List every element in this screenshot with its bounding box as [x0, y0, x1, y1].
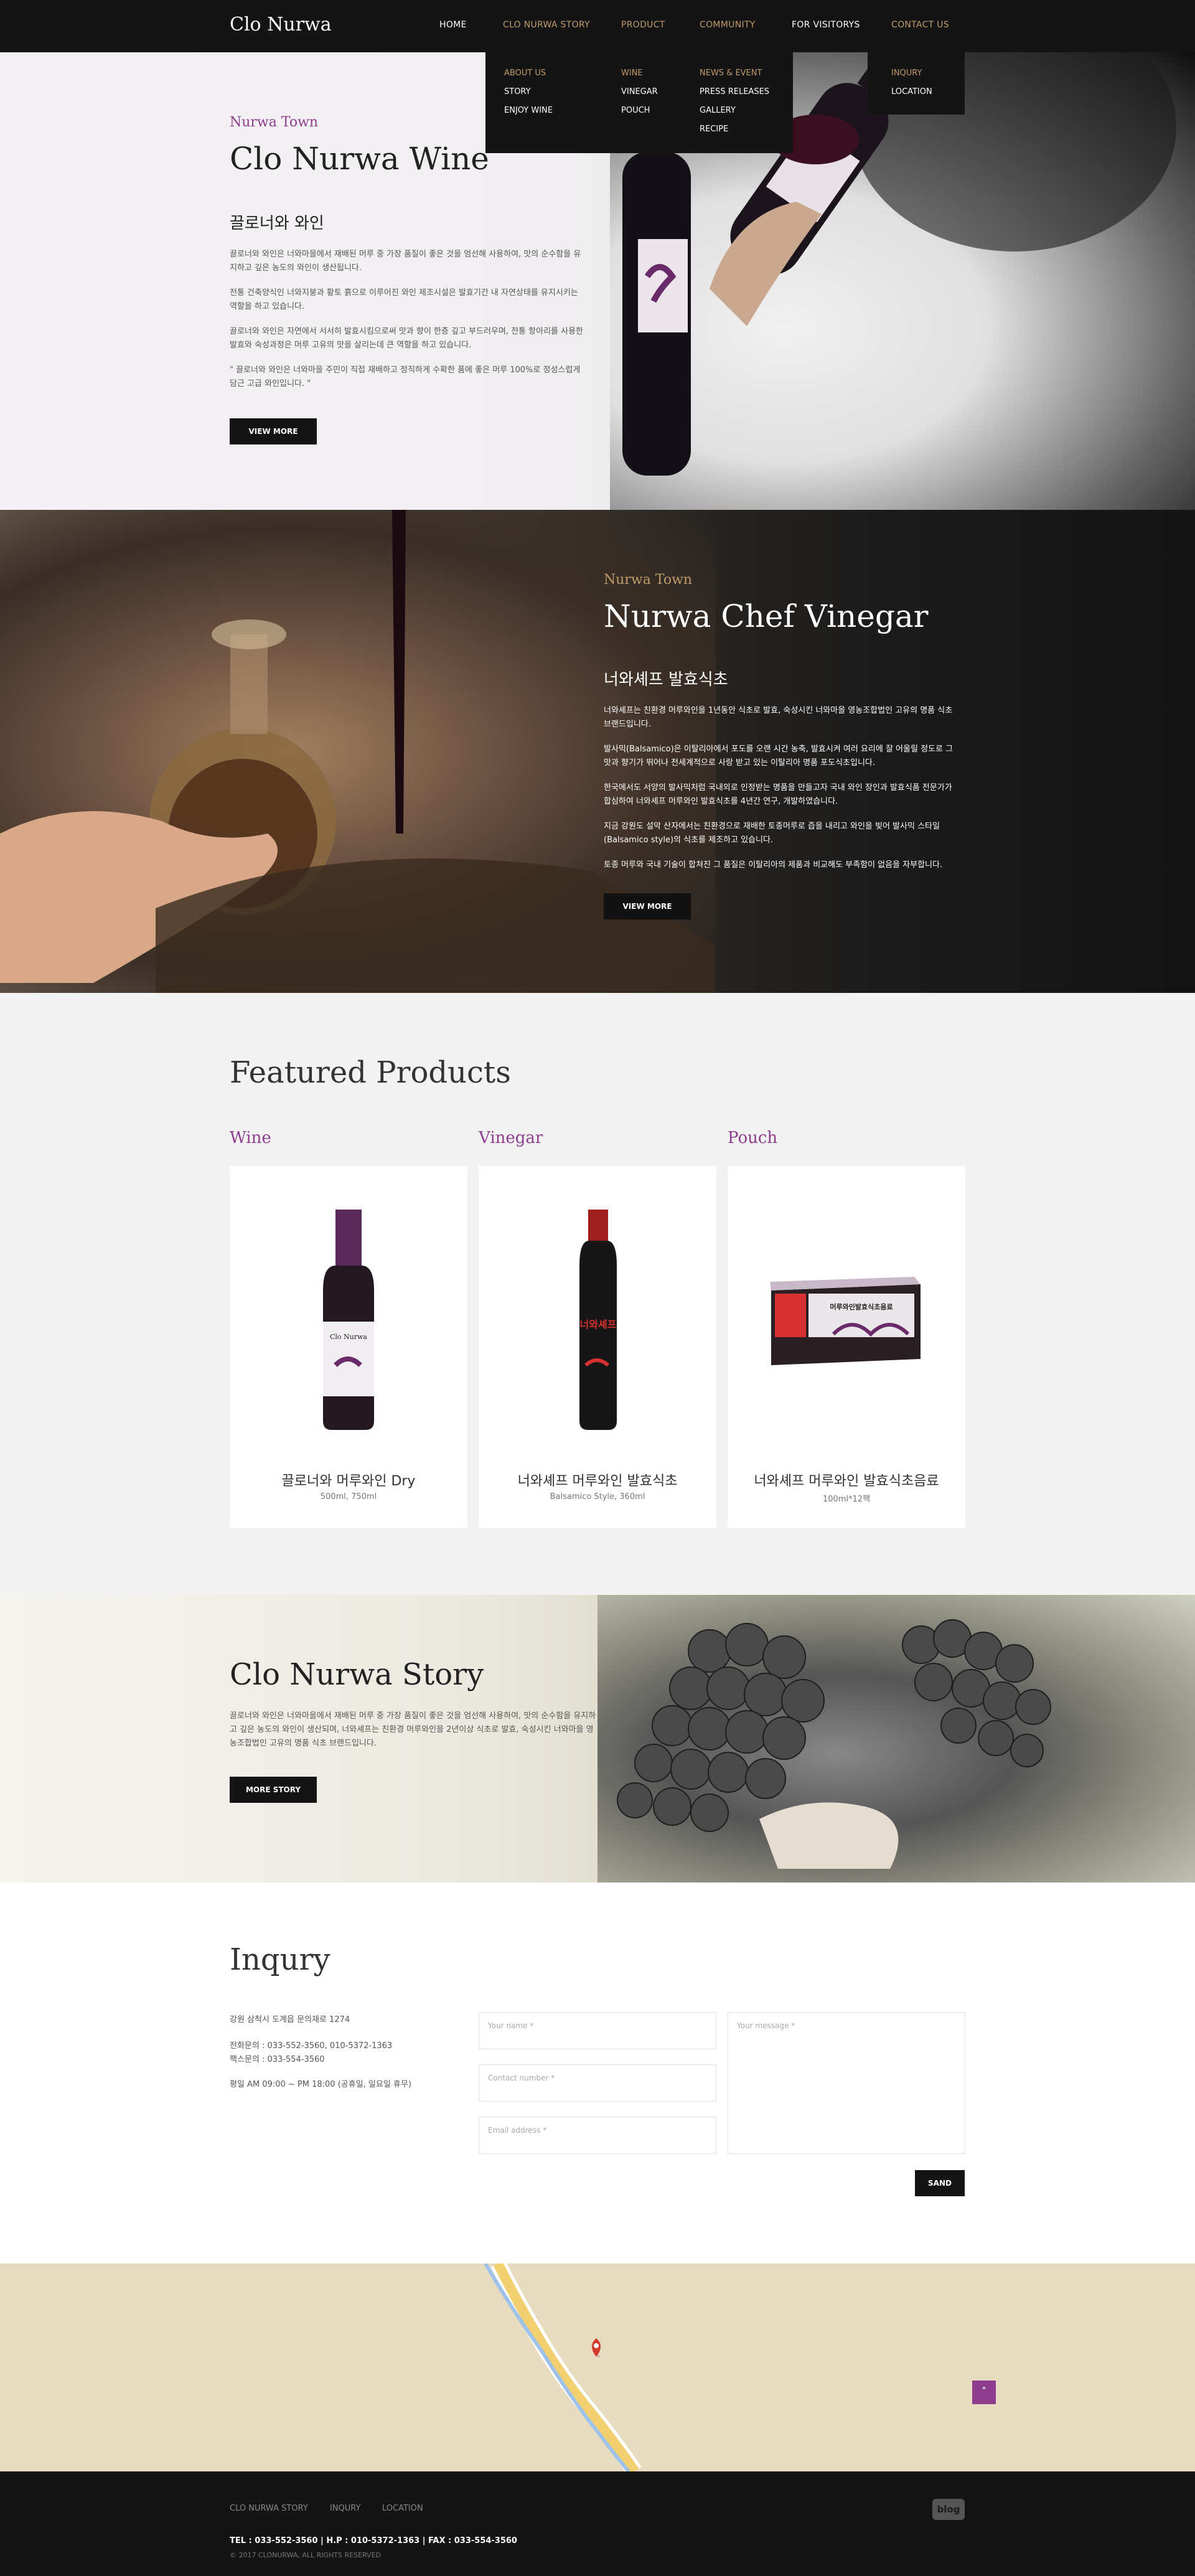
product-desc-wine: 500ml, 750ml	[320, 1492, 377, 1502]
grapes-photo	[598, 1595, 1195, 1883]
inqury-section: Inqury 강원 삼척시 도계읍 문의재로 1274 전화문의 : 033-5…	[0, 1883, 1195, 2263]
wine-bottle-label: Clo Nurwa	[330, 1333, 367, 1341]
vinegar-subtitle: Nurwa Town	[604, 572, 693, 588]
nav-community[interactable]: COMMUNITY	[700, 20, 756, 30]
dropdown-item-wine[interactable]: WINE	[621, 68, 643, 78]
featured-products-section: Featured Products Wine Vinegar Pouch Clo…	[0, 993, 1195, 1595]
nav-contact-us[interactable]: CONTACT US	[891, 20, 949, 30]
vinegar-title: Nurwa Chef Vinegar	[604, 598, 929, 634]
dropdown-item-story[interactable]: STORY	[504, 87, 531, 96]
vinegar-paragraph-1: 너와셰프는 친환경 머루와인을 1년동안 식초로 발효, 숙성시킨 너와마을 영…	[604, 706, 953, 729]
scroll-to-top-button[interactable]: ˄	[972, 2381, 996, 2404]
footer-link-story[interactable]: CLO NURWA STORY	[230, 2504, 308, 2513]
vinegar-paragraph-4: 지금 강원도 설악 산자에서는 친환경으로 재배한 토종머루로 즙을 내리고 와…	[604, 822, 940, 845]
product-card-pouch[interactable]: 머루와인발효식초음료 너와셰프 머루와인 발효식초음료 100ml*12팩	[728, 1166, 965, 1528]
vinegar-kr-title: 너와셰프 발효식초	[604, 670, 728, 689]
footer-link-inqury[interactable]: INQURY	[330, 2504, 360, 2513]
vinegar-paragraph-3: 한국에서도 서양의 발사믹처럼 국내외로 인정받는 명품을 만들고자 국내 와인…	[604, 783, 952, 806]
inqury-title: Inqury	[230, 1942, 330, 1977]
hero-paragraph-1: 끌로너와 와인은 너와마을에서 재배된 머루 중 가장 품질이 좋은 것을 엄선…	[230, 250, 581, 273]
more-story-button[interactable]: MORE STORY	[230, 1777, 317, 1803]
dropdown-item-gallery[interactable]: GALLERY	[700, 106, 736, 115]
map-marker-icon	[592, 2338, 601, 2357]
pouch-box-label: 머루와인발효식초음료	[830, 1302, 893, 1311]
inqury-fax: 팩스문의 : 033-554-3560	[230, 2055, 325, 2064]
mega-dropdown-menu: ABOUT US STORY ENJOY WINE WINE VINEGAR P…	[485, 52, 965, 153]
nav-clo-nurwa-story[interactable]: CLO NURWA STORY	[503, 20, 590, 30]
send-button[interactable]: SAND	[915, 2170, 965, 2196]
footer-link-location[interactable]: LOCATION	[382, 2504, 423, 2513]
site-footer: CLO NURWA STORY INQURY LOCATION TEL : 03…	[0, 2471, 1195, 2576]
hero-paragraph-2: 전통 건축양식인 너와지붕과 황토 흙으로 이루어진 와인 제조시설은 발효기간…	[230, 288, 578, 311]
vinegar-paragraph-5: 토종 머루와 국내 기술이 합쳐진 그 품질은 이탈리아의 제품과 비교해도 부…	[604, 860, 943, 870]
hero-kr-title: 끌로너와 와인	[230, 214, 324, 233]
email-field[interactable]: Email address *	[479, 2117, 716, 2154]
dropdown-item-about-us[interactable]: ABOUT US	[504, 68, 546, 78]
product-desc-vinegar: Balsamico Style, 360ml	[550, 1492, 645, 1502]
story-title: Clo Nurwa Story	[230, 1657, 484, 1692]
location-map[interactable]: ˄	[0, 2260, 1195, 2476]
products-title: Featured Products	[230, 1055, 511, 1090]
product-name-wine: 끌로너와 머루와인 Dry	[281, 1474, 416, 1489]
hero-title: Clo Nurwa Wine	[230, 141, 489, 177]
nav-product[interactable]: PRODUCT	[621, 20, 665, 30]
nav-for-visitors[interactable]: FOR VISITORYS	[792, 20, 860, 30]
category-vinegar[interactable]: Vinegar	[479, 1129, 543, 1147]
dropdown-item-recipe[interactable]: RECIPE	[700, 125, 728, 134]
vinegar-paragraph-2: 발사믹(Balsamico)은 이탈리아에서 포도를 오랜 시간 농축, 발효시…	[604, 745, 954, 768]
blog-icon[interactable]: blog	[932, 2499, 965, 2520]
dropdown-panel-contact	[868, 52, 965, 115]
contact-number-field[interactable]: Contact number *	[479, 2064, 716, 2102]
dropdown-item-pouch[interactable]: POUCH	[621, 106, 650, 115]
footer-copyright: © 2017 CLONURWA, ALL RIGHTS RESERVED	[230, 2551, 382, 2559]
hero-paragraph-3: 끌로너와 와인은 자연에서 서서히 발효시킴으로써 맛과 향이 한층 깊고 부드…	[230, 327, 584, 350]
footer-contact: TEL : 033-552-3560 | H.P : 010-5372-1363…	[230, 2536, 517, 2545]
product-desc-pouch: 100ml*12팩	[822, 1495, 871, 1504]
vinegar-section: Nurwa Town Nurwa Chef Vinegar 너와셰프 발효식초 …	[0, 510, 1195, 993]
name-field[interactable]: Your name *	[479, 2012, 716, 2049]
dropdown-item-vinegar[interactable]: VINEGAR	[621, 87, 658, 96]
vinegar-bottle-label: 너와셰프	[580, 1319, 617, 1330]
product-name-pouch: 너와셰프 머루와인 발효식초음료	[754, 1474, 939, 1489]
hero-view-more-button[interactable]: VIEW MORE	[230, 418, 317, 444]
story-section: Clo Nurwa Story 끌로너와 와인은 너와마을에서 재배된 머루 중…	[0, 1595, 1195, 1883]
category-pouch[interactable]: Pouch	[728, 1129, 777, 1147]
site-logo[interactable]: Clo Nurwa	[230, 14, 332, 35]
dropdown-item-enjoy-wine[interactable]: ENJOY WINE	[504, 106, 553, 115]
product-card-vinegar[interactable]: 너와셰프 너와셰프 머루와인 발효식초 Balsamico Style, 360…	[479, 1166, 716, 1528]
site-header: Clo Nurwa HOME CLO NURWA STORY PRODUCT C…	[0, 0, 1195, 52]
inqury-address: 강원 삼척시 도계읍 문의재로 1274	[230, 2015, 350, 2024]
story-text: 끌로너와 와인은 너와마을에서 재배된 머루 중 가장 품질이 좋은 것을 엄선…	[230, 1711, 596, 1748]
map-illustration	[484, 2260, 642, 2476]
inqury-hours: 평일 AM 09:00 ~ PM 18:00 (공휴일, 일요일 휴무)	[230, 2080, 411, 2089]
nav-home[interactable]: HOME	[439, 20, 467, 30]
dropdown-item-inqury[interactable]: INQURY	[891, 68, 922, 78]
product-name-vinegar: 너와셰프 머루와인 발효식초	[517, 1474, 678, 1489]
dropdown-item-location[interactable]: LOCATION	[891, 87, 932, 96]
hero-subtitle: Nurwa Town	[230, 115, 319, 130]
hero-quote: " 끌로너와 와인은 너와마을 주민이 직접 재배하고 정직하게 수확한 품에 …	[230, 365, 581, 388]
dropdown-panel	[485, 52, 793, 153]
inqury-phone: 전화문의 : 033-552-3560, 010-5372-1363	[230, 2041, 393, 2051]
product-card-wine[interactable]: Clo Nurwa 끌로너와 머루와인 Dry 500ml, 750ml	[230, 1166, 467, 1528]
dropdown-item-press-releases[interactable]: PRESS RELEASES	[700, 87, 769, 96]
vinegar-view-more-button[interactable]: VIEW MORE	[604, 893, 691, 919]
message-field[interactable]: Your message *	[728, 2012, 965, 2154]
chevron-up-icon: ˄	[981, 2386, 987, 2399]
category-wine[interactable]: Wine	[230, 1129, 271, 1147]
grapes-illustration	[617, 1619, 1051, 1869]
dropdown-item-news-event[interactable]: NEWS & EVENT	[700, 68, 762, 78]
